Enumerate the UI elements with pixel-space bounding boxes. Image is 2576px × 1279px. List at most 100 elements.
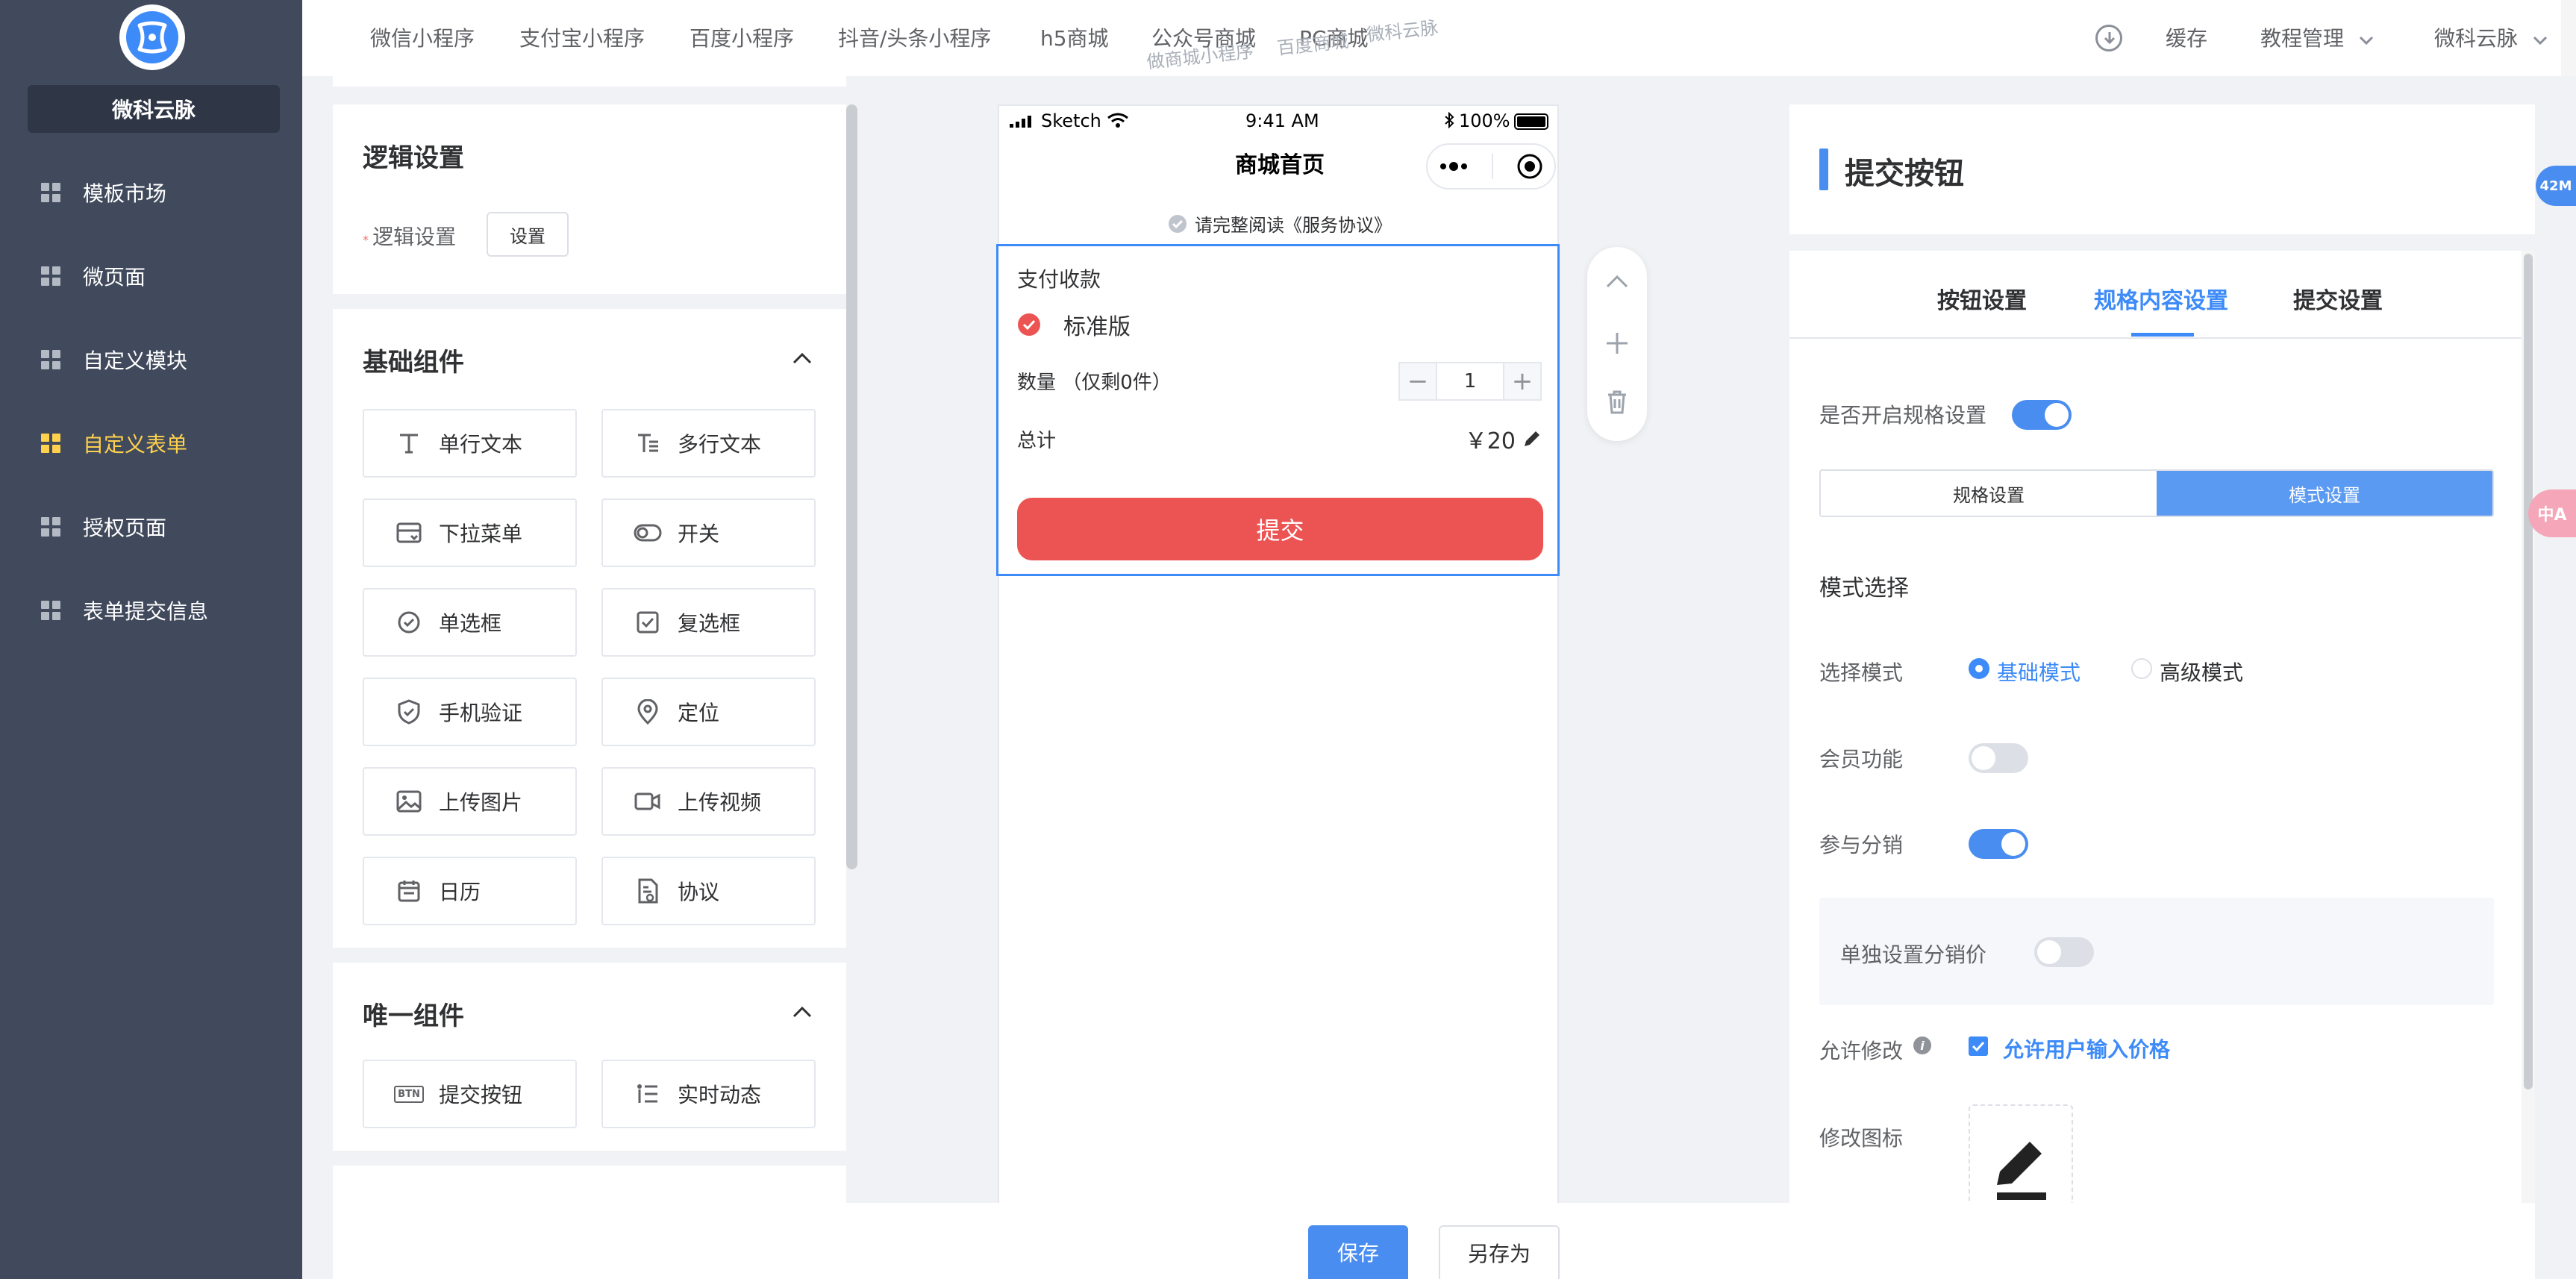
- tutorial-menu[interactable]: 教程管理: [2260, 22, 2375, 52]
- component-upload-image[interactable]: 上传图片: [363, 767, 577, 836]
- segment-spec-settings[interactable]: 规格设置: [1821, 471, 2157, 516]
- battery-percent: 100%: [1459, 110, 1510, 131]
- pencil-icon[interactable]: [1522, 428, 1542, 449]
- logic-settings-button[interactable]: 设置: [487, 212, 569, 257]
- chevron-up-icon[interactable]: [791, 351, 813, 366]
- allow-edit-checkbox-label[interactable]: 允许用户输入价格: [2003, 1033, 2170, 1063]
- quantity-value[interactable]: 1: [1437, 362, 1503, 401]
- top-link-wechat[interactable]: 微信小程序: [370, 22, 475, 52]
- switch-icon: [633, 518, 663, 548]
- sidebar-item-form-submissions[interactable]: 表单提交信息: [0, 581, 302, 640]
- info-icon[interactable]: i: [1913, 1036, 1931, 1054]
- component-switch[interactable]: 开关: [601, 498, 816, 567]
- save-button[interactable]: 保存: [1308, 1225, 1408, 1279]
- user-menu[interactable]: 微科云脉: [2434, 22, 2548, 52]
- component-dropdown[interactable]: 下拉菜单: [363, 498, 577, 567]
- component-upload-video[interactable]: 上传视频: [601, 767, 816, 836]
- component-multi-text[interactable]: 多行文本: [601, 409, 816, 478]
- agreement-notice[interactable]: 请完整阅读《服务协议》: [999, 210, 1560, 237]
- tab-submit-settings[interactable]: 提交设置: [2293, 282, 2383, 315]
- close-target-icon[interactable]: [1516, 153, 1543, 180]
- mode-section-title: 模式选择: [1819, 575, 1909, 601]
- quantity-stepper[interactable]: − 1 +: [1398, 362, 1542, 401]
- tutorial-label: 教程管理: [2260, 26, 2345, 51]
- left-panel-scrollbar[interactable]: [846, 104, 857, 869]
- component-single-text[interactable]: 单行文本: [363, 409, 577, 478]
- mini-program-capsule[interactable]: [1426, 143, 1556, 190]
- radio-basic-mode-label[interactable]: 基础模式: [1997, 657, 2081, 687]
- separate-price-toggle[interactable]: [2034, 937, 2094, 967]
- spec-segmented-control: 规格设置 模式设置: [1819, 469, 2494, 517]
- allow-edit-checkbox[interactable]: [1969, 1036, 1988, 1056]
- sidebar-item-auth-page[interactable]: 授权页面: [0, 497, 302, 557]
- required-mark: *: [363, 233, 369, 247]
- edit-icon-uploader[interactable]: [1969, 1104, 2073, 1203]
- top-link-h5[interactable]: h5商城: [1040, 22, 1109, 52]
- radio-icon: [394, 607, 424, 637]
- component-label: 多行文本: [678, 432, 762, 457]
- video-icon: [633, 787, 663, 816]
- scrollbar[interactable]: [2561, 0, 2576, 76]
- component-checkbox[interactable]: 复选框: [601, 588, 816, 657]
- segment-mode-settings[interactable]: 模式设置: [2157, 471, 2492, 516]
- tab-spec-content-settings[interactable]: 规格内容设置: [2094, 282, 2228, 315]
- move-up-icon[interactable]: [1602, 266, 1632, 296]
- floating-assistant[interactable]: 中A: [2528, 490, 2576, 537]
- trash-icon[interactable]: [1602, 387, 1632, 417]
- component-submit-button[interactable]: BTN 提交按钮: [363, 1060, 577, 1128]
- component-radio[interactable]: 单选框: [363, 588, 577, 657]
- radio-advanced-mode-label[interactable]: 高级模式: [2160, 657, 2243, 687]
- sidebar-item-micro-page[interactable]: 微页面: [0, 246, 302, 306]
- component-label: 手机验证: [439, 701, 523, 725]
- chevron-down-icon: [2359, 36, 2373, 46]
- enable-spec-toggle[interactable]: [2012, 400, 2072, 430]
- app-logo[interactable]: [119, 4, 185, 70]
- plus-button[interactable]: +: [1503, 362, 1542, 401]
- radio-advanced-mode[interactable]: [2131, 658, 2152, 679]
- member-toggle[interactable]: [1969, 743, 2028, 773]
- component-label: 定位: [678, 701, 720, 725]
- unique-components-title: 唯一组件: [363, 1001, 464, 1031]
- total-value: ￥20: [1464, 428, 1516, 454]
- cache-link[interactable]: 缓存: [2166, 22, 2207, 52]
- download-icon[interactable]: [2095, 25, 2122, 51]
- save-as-button[interactable]: 另存为: [1439, 1225, 1560, 1279]
- brand-name: 微科云脉: [28, 85, 280, 133]
- selected-form-component[interactable]: 支付收款 标准版 数量 （仅剩0件） − 1 + 总计 ￥20 提交: [996, 244, 1560, 576]
- distribution-toggle[interactable]: [1969, 829, 2028, 859]
- form-submit-button[interactable]: 提交: [1017, 498, 1543, 560]
- add-icon[interactable]: [1602, 328, 1632, 358]
- grid-icon: [41, 350, 60, 369]
- sidebar-item-template-market[interactable]: 模板市场: [0, 163, 302, 222]
- component-label: 上传图片: [439, 790, 523, 815]
- settings-scrollbar-track[interactable]: [2522, 251, 2535, 1203]
- spec-option[interactable]: 标准版: [1017, 308, 1131, 341]
- top-link-douyin[interactable]: 抖音/头条小程序: [838, 22, 991, 52]
- top-link-baidu[interactable]: 百度小程序: [690, 22, 794, 52]
- button-icon: BTN: [394, 1079, 424, 1109]
- settings-scrollbar-thumb[interactable]: [2524, 254, 2533, 1089]
- component-toolbar: [1587, 247, 1647, 441]
- component-label: 上传视频: [678, 790, 762, 815]
- component-realtime-feed[interactable]: 实时动态: [601, 1060, 816, 1128]
- radio-basic-mode[interactable]: [1969, 658, 1989, 679]
- carrier-label: Sketch: [1041, 110, 1101, 131]
- capsule-divider: [1491, 154, 1493, 179]
- sidebar-item-custom-form[interactable]: 自定义表单: [0, 413, 302, 473]
- component-agreement[interactable]: 协议: [601, 857, 816, 925]
- tab-button-settings[interactable]: 按钮设置: [1937, 282, 2027, 315]
- minus-button[interactable]: −: [1398, 362, 1437, 401]
- component-location[interactable]: 定位: [601, 678, 816, 746]
- text-icon: [394, 428, 424, 458]
- more-dots-icon[interactable]: [1439, 162, 1469, 171]
- memory-badge[interactable]: 42M: [2536, 166, 2576, 206]
- chevron-up-icon[interactable]: [791, 1004, 813, 1019]
- distribution-label: 参与分销: [1819, 833, 1904, 857]
- component-calendar[interactable]: 日历: [363, 857, 577, 925]
- component-label: 开关: [678, 522, 720, 546]
- edit-icon-label: 修改图标: [1819, 1126, 1904, 1151]
- top-link-alipay[interactable]: 支付宝小程序: [519, 22, 645, 52]
- component-phone-verify[interactable]: 手机验证: [363, 678, 577, 746]
- sidebar-item-custom-module[interactable]: 自定义模块: [0, 330, 302, 390]
- status-time: 9:41 AM: [1245, 110, 1319, 131]
